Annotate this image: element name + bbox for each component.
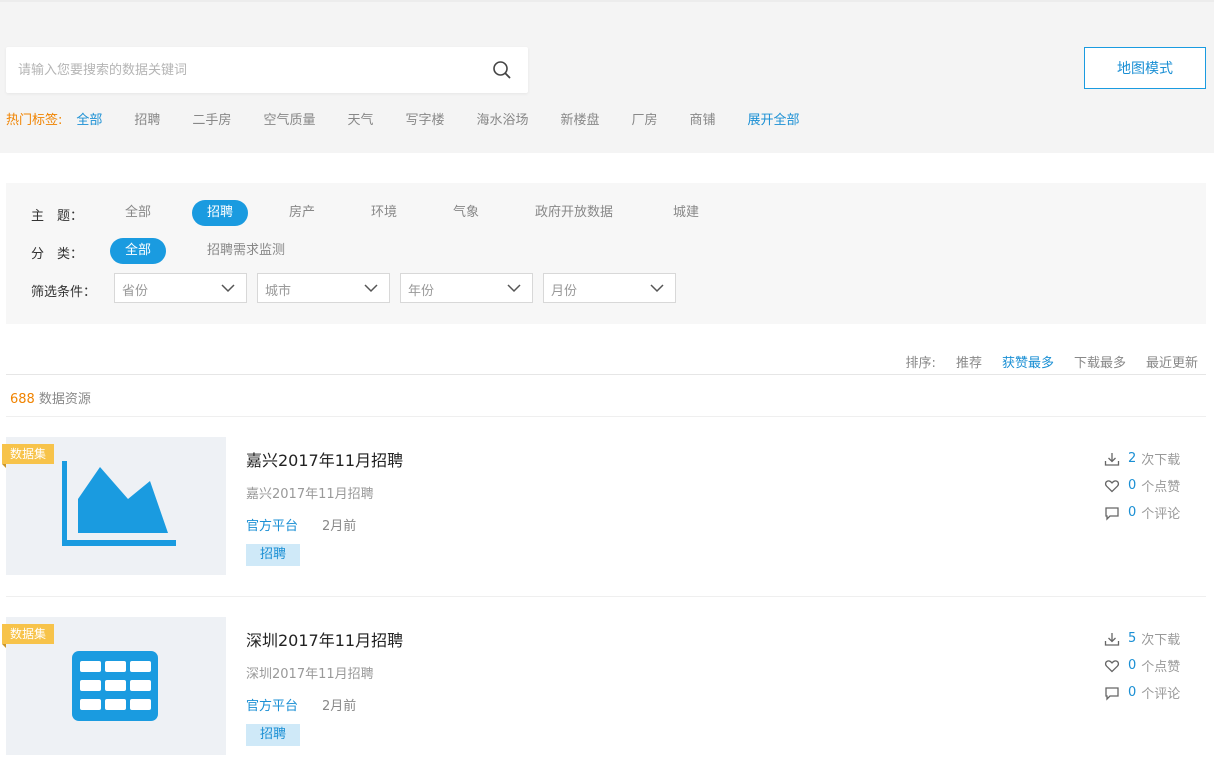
hot-tag-factory[interactable]: 厂房 <box>632 109 658 128</box>
map-mode-button[interactable]: 地图模式 <box>1084 47 1206 89</box>
dataset-badge: 数据集 <box>2 624 55 648</box>
sort-most-liked[interactable]: 获赞最多 <box>1002 352 1054 371</box>
download-count: 5 <box>1128 631 1137 646</box>
search-box <box>6 47 528 93</box>
table-grid-icon <box>72 651 158 721</box>
like-count: 0 <box>1128 478 1137 493</box>
hot-tag-weather[interactable]: 天气 <box>347 109 373 128</box>
hot-tag-all[interactable]: 全部 <box>76 109 102 128</box>
download-stat: 5 次下载 <box>1104 625 1180 652</box>
heart-icon[interactable] <box>1104 478 1120 494</box>
chevron-down-icon <box>650 284 664 293</box>
divider <box>6 416 1206 417</box>
comment-count: 0 <box>1128 505 1137 520</box>
hot-tags-label: 热门标签: <box>6 112 63 128</box>
comment-stat[interactable]: 0 个评论 <box>1104 679 1180 706</box>
province-select-value: 省份 <box>122 284 149 299</box>
comment-count: 0 <box>1128 685 1137 700</box>
topic-real-estate[interactable]: 房产 <box>289 200 315 226</box>
download-label: 次下载 <box>1141 453 1181 468</box>
dataset-card[interactable]: 数据集 深圳2017年11月招聘 深圳2017年11月招聘 官方平台 2月前 招… <box>0 617 1214 765</box>
hot-tag-beach[interactable]: 海水浴场 <box>476 109 528 128</box>
like-stat[interactable]: 0 个点赞 <box>1104 652 1180 679</box>
hot-tag-air-quality[interactable]: 空气质量 <box>263 109 315 128</box>
dataset-thumbnail[interactable]: 数据集 <box>2 617 226 755</box>
month-select-value: 月份 <box>551 284 578 299</box>
like-label: 个点赞 <box>1141 660 1181 675</box>
download-label: 次下载 <box>1141 633 1181 648</box>
comment-stat[interactable]: 0 个评论 <box>1104 499 1180 526</box>
month-select[interactable]: 月份 <box>543 273 676 303</box>
topic-environment[interactable]: 环境 <box>371 200 397 226</box>
comment-icon[interactable] <box>1104 505 1120 521</box>
divider <box>6 596 1206 597</box>
hot-tag-recruitment[interactable]: 招聘 <box>134 109 160 128</box>
topic-urban-construction[interactable]: 城建 <box>673 200 699 226</box>
hot-tags: 热门标签: 全部 招聘 二手房 空气质量 天气 写字楼 海水浴场 新楼盘 厂房 … <box>6 109 832 128</box>
like-label: 个点赞 <box>1141 480 1181 495</box>
like-count: 0 <box>1128 658 1137 673</box>
topic-meteorology[interactable]: 气象 <box>453 200 479 226</box>
download-count: 2 <box>1128 451 1137 466</box>
download-icon <box>1104 452 1120 466</box>
dataset-tag[interactable]: 招聘 <box>246 724 301 746</box>
category-recruitment-monitoring[interactable]: 招聘需求监测 <box>207 238 285 264</box>
comment-icon[interactable] <box>1104 685 1120 701</box>
city-select-value: 城市 <box>265 284 292 299</box>
comment-label: 个评论 <box>1141 687 1181 702</box>
search-input[interactable] <box>6 47 476 93</box>
category-label: 分 类： <box>31 247 84 262</box>
dataset-tag[interactable]: 招聘 <box>246 544 301 566</box>
sort-label: 排序: <box>905 356 936 371</box>
dataset-description: 深圳2017年11月招聘 <box>246 667 374 682</box>
city-select[interactable]: 城市 <box>257 273 390 303</box>
dataset-source[interactable]: 官方平台 <box>246 515 298 534</box>
chevron-down-icon <box>364 284 378 293</box>
chevron-down-icon <box>507 284 521 293</box>
topic-all[interactable]: 全部 <box>125 200 151 226</box>
sort-options: 排序: 推荐 获赞最多 下载最多 最近更新 <box>906 352 1198 371</box>
dataset-title[interactable]: 深圳2017年11月招聘 <box>246 627 403 651</box>
topic-recruitment[interactable]: 招聘 <box>192 200 249 226</box>
hot-tag-office-building[interactable]: 写字楼 <box>405 109 444 128</box>
year-select-value: 年份 <box>408 284 435 299</box>
sort-latest[interactable]: 最近更新 <box>1146 352 1198 371</box>
topic-open-government-data[interactable]: 政府开放数据 <box>535 200 613 226</box>
like-stat[interactable]: 0 个点赞 <box>1104 472 1180 499</box>
hot-tag-new-property[interactable]: 新楼盘 <box>561 109 600 128</box>
filter-panel: 主 题： 全部 招聘 房产 环境 气象 政府开放数据 城建 分 类： 全部 招聘… <box>6 183 1206 324</box>
dataset-description: 嘉兴2017年11月招聘 <box>246 487 374 502</box>
area-chart-icon <box>62 461 176 546</box>
sort-most-downloaded[interactable]: 下载最多 <box>1074 352 1126 371</box>
search-icon[interactable] <box>492 60 512 80</box>
hot-tag-shops[interactable]: 商铺 <box>690 109 716 128</box>
expand-all-tags-link[interactable]: 展开全部 <box>748 109 800 128</box>
dataset-card[interactable]: 数据集 嘉兴2017年11月招聘 嘉兴2017年11月招聘 官方平台 2月前 招… <box>0 437 1214 597</box>
result-count: 688 数据资源 <box>10 388 91 407</box>
year-select[interactable]: 年份 <box>400 273 533 303</box>
dataset-time: 2月前 <box>322 699 357 714</box>
chevron-down-icon <box>221 284 235 293</box>
comment-label: 个评论 <box>1141 507 1181 522</box>
dataset-stats: 5 次下载 0 个点赞 0 个评论 <box>1104 625 1180 706</box>
category-all[interactable]: 全部 <box>110 238 167 264</box>
download-stat: 2 次下载 <box>1104 445 1180 472</box>
result-count-label: 数据资源 <box>38 392 91 407</box>
province-select[interactable]: 省份 <box>114 273 247 303</box>
search-band: 地图模式 热门标签: 全部 招聘 二手房 空气质量 天气 写字楼 海水浴场 新楼… <box>0 0 1214 153</box>
dataset-stats: 2 次下载 0 个点赞 0 个评论 <box>1104 445 1180 526</box>
sort-bar: 排序: 推荐 获赞最多 下载最多 最近更新 <box>6 345 1206 375</box>
dataset-badge: 数据集 <box>2 444 55 468</box>
dataset-time: 2月前 <box>322 519 357 534</box>
result-count-number: 688 <box>10 392 35 407</box>
hot-tag-second-hand-house[interactable]: 二手房 <box>192 109 231 128</box>
dataset-thumbnail[interactable]: 数据集 <box>2 437 226 575</box>
dataset-source[interactable]: 官方平台 <box>246 695 298 714</box>
sort-recommended[interactable]: 推荐 <box>956 352 982 371</box>
dataset-title[interactable]: 嘉兴2017年11月招聘 <box>246 447 403 471</box>
heart-icon[interactable] <box>1104 658 1120 674</box>
condition-label: 筛选条件： <box>31 285 97 300</box>
download-icon <box>1104 632 1120 646</box>
topic-label: 主 题： <box>31 209 84 224</box>
